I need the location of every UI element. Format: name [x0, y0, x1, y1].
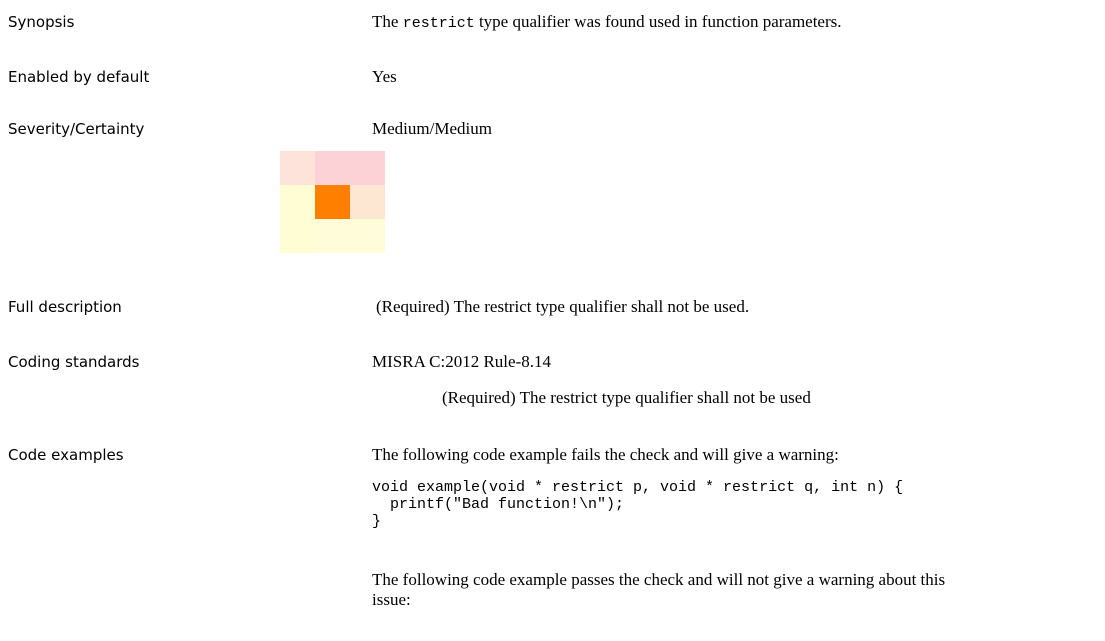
coding-standards-detail: (Required) The restrict type qualifier s…: [442, 388, 811, 407]
fail-code-block: void example(void * restrict p, void * r…: [372, 479, 904, 530]
synopsis-text-before: The: [372, 12, 403, 31]
pass-example-intro-line1: The following code example passes the ch…: [372, 570, 946, 589]
matrix-cell: [315, 219, 350, 253]
fail-example-intro: The following code example fails the che…: [372, 445, 839, 464]
severity-label: Severity/Certainty: [8, 120, 145, 138]
synopsis-text-after: type qualifier was found used in functio…: [474, 12, 842, 31]
synopsis-label: Synopsis: [8, 13, 75, 31]
matrix-cell: [350, 151, 385, 185]
full-description-label: Full description: [8, 298, 122, 316]
matrix-cell: [280, 219, 315, 253]
severity-value: Medium/Medium: [372, 119, 492, 138]
matrix-cell: [315, 151, 350, 185]
severity-certainty-matrix: [280, 151, 385, 253]
enabled-label: Enabled by default: [8, 68, 150, 86]
coding-standards-label: Coding standards: [8, 353, 140, 371]
synopsis-text: The restrict type qualifier was found us…: [372, 12, 842, 34]
matrix-cell: [350, 185, 385, 219]
coding-standards-rule: MISRA C:2012 Rule-8.14: [372, 352, 551, 371]
synopsis-code: restrict: [402, 15, 475, 32]
matrix-cell: [280, 151, 315, 185]
full-description-text: (Required) The restrict type qualifier s…: [376, 297, 750, 316]
matrix-cell-selected: [315, 185, 350, 219]
matrix-cell: [350, 219, 385, 253]
pass-example-intro-line2: issue:: [372, 590, 411, 609]
matrix-cell: [280, 185, 315, 219]
code-examples-label: Code examples: [8, 446, 124, 464]
enabled-value: Yes: [372, 67, 397, 86]
